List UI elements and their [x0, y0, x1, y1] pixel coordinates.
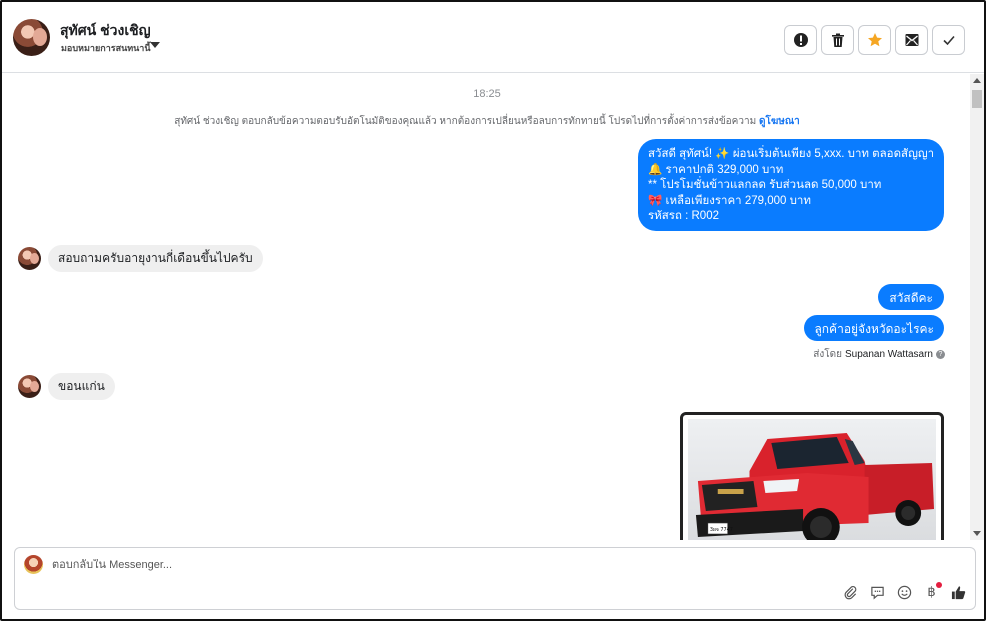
incoming-message-row: สอบถามครับอายุงานกี่เดือนขึ้นไปครับ: [18, 245, 263, 272]
delete-button[interactable]: [821, 25, 854, 55]
payment-button[interactable]: ฿: [923, 582, 942, 601]
messenger-window: สุทัศน์ ช่วงเชิญ มอบหมายการสนทนานี้ 18:2…: [0, 0, 986, 621]
contact-avatar[interactable]: [13, 19, 50, 56]
promo-message-bubble[interactable]: สวัสดี สุทัศน์! ✨ ผ่อนเริ่มต้นเพียง 5,xx…: [638, 139, 944, 231]
contact-avatar-small: [18, 247, 41, 270]
message-thread: 18:25 สุทัศน์ ช่วงเชิญ ตอบกลับข้อความตอบ…: [2, 74, 984, 540]
emoji-button[interactable]: [896, 584, 913, 601]
outgoing-message-bubble[interactable]: สวัสดีคะ: [878, 284, 944, 310]
message-composer: ฿: [14, 547, 976, 610]
saved-reply-button[interactable]: [869, 584, 886, 601]
promo-line: 🔔 ราคาปกติ 329,000 บาท: [648, 163, 784, 176]
star-icon: [867, 33, 882, 47]
like-button[interactable]: [950, 584, 967, 601]
notice-text: สุทัศน์ ช่วงเชิญ ตอบกลับข้อความตอบรับอัต…: [174, 116, 757, 127]
license-plate-text: 3ผจ 7747: [710, 527, 733, 533]
notification-dot: [936, 582, 942, 588]
scroll-down-arrow[interactable]: [973, 531, 981, 536]
composer-tools: ฿: [842, 582, 967, 601]
assign-conversation-label[interactable]: มอบหมายการสนทนานี้: [61, 41, 151, 55]
sent-by-prefix: ส่งโดย: [813, 349, 842, 360]
promo-line: สวัสดี สุทัศน์! ✨ ผ่อนเริ่มต้นเพียง 5,xx…: [648, 148, 935, 160]
incoming-message-row: ขอนแก่น: [18, 373, 115, 400]
incoming-message-bubble[interactable]: สอบถามครับอายุงานกี่เดือนขึ้นไปครับ: [48, 245, 263, 272]
trash-icon: [831, 33, 844, 47]
star-button[interactable]: [858, 25, 891, 55]
incoming-message-bubble[interactable]: ขอนแก่น: [48, 373, 115, 400]
contact-name[interactable]: สุทัศน์ ช่วงเชิญ: [60, 20, 151, 42]
reply-input[interactable]: [52, 559, 752, 571]
sent-by-name: Supanan Wattasarn: [844, 349, 933, 360]
thumbs-up-icon: [951, 586, 966, 600]
mark-unread-button[interactable]: [895, 25, 928, 55]
red-pickup-truck-image: 3ผจ 7747: [688, 419, 936, 540]
scroll-thumb[interactable]: [972, 90, 982, 108]
attach-button[interactable]: [842, 584, 859, 601]
chevron-down-icon[interactable]: [150, 42, 160, 48]
report-button[interactable]: [784, 25, 817, 55]
saved-reply-icon: [871, 586, 884, 600]
emoji-icon: [897, 585, 912, 600]
paperclip-icon: [844, 586, 857, 600]
contact-avatar-small: [18, 375, 41, 398]
car-image-attachment[interactable]: 3ผจ 7747: [680, 412, 944, 540]
view-ad-link[interactable]: ดูโฆษณา: [759, 116, 800, 127]
baht-icon: ฿: [927, 585, 936, 600]
help-icon[interactable]: ?: [936, 350, 945, 359]
check-icon: [942, 35, 955, 46]
envelope-icon: [905, 34, 918, 46]
auto-reply-notice: สุทัศน์ ช่วงเชิญ ตอบกลับข้อความตอบรับอัต…: [2, 114, 972, 129]
alert-icon: [793, 33, 808, 47]
promo-line: รหัสรถ : R002: [648, 210, 719, 223]
page-avatar: [24, 555, 43, 574]
mark-done-button[interactable]: [932, 25, 965, 55]
scroll-up-arrow[interactable]: [973, 78, 981, 83]
conversation-header: สุทัศน์ ช่วงเชิญ มอบหมายการสนทนานี้: [2, 2, 984, 73]
sent-by-label: ส่งโดย Supanan Wattasarn ?: [813, 347, 945, 362]
outgoing-message-bubble[interactable]: ลูกค้าอยู่จังหวัดอะไรคะ: [804, 315, 944, 341]
promo-line: 🎀 เหลือเพียงราคา 279,000 บาท: [648, 194, 811, 207]
message-timestamp: 18:25: [473, 88, 501, 100]
promo-line: ** โปรโมชั่นข้าวแลกลด รับส่วนลด 50,000 บ…: [648, 179, 882, 192]
chat-scrollbar[interactable]: [970, 74, 984, 540]
header-actions: [784, 25, 965, 55]
